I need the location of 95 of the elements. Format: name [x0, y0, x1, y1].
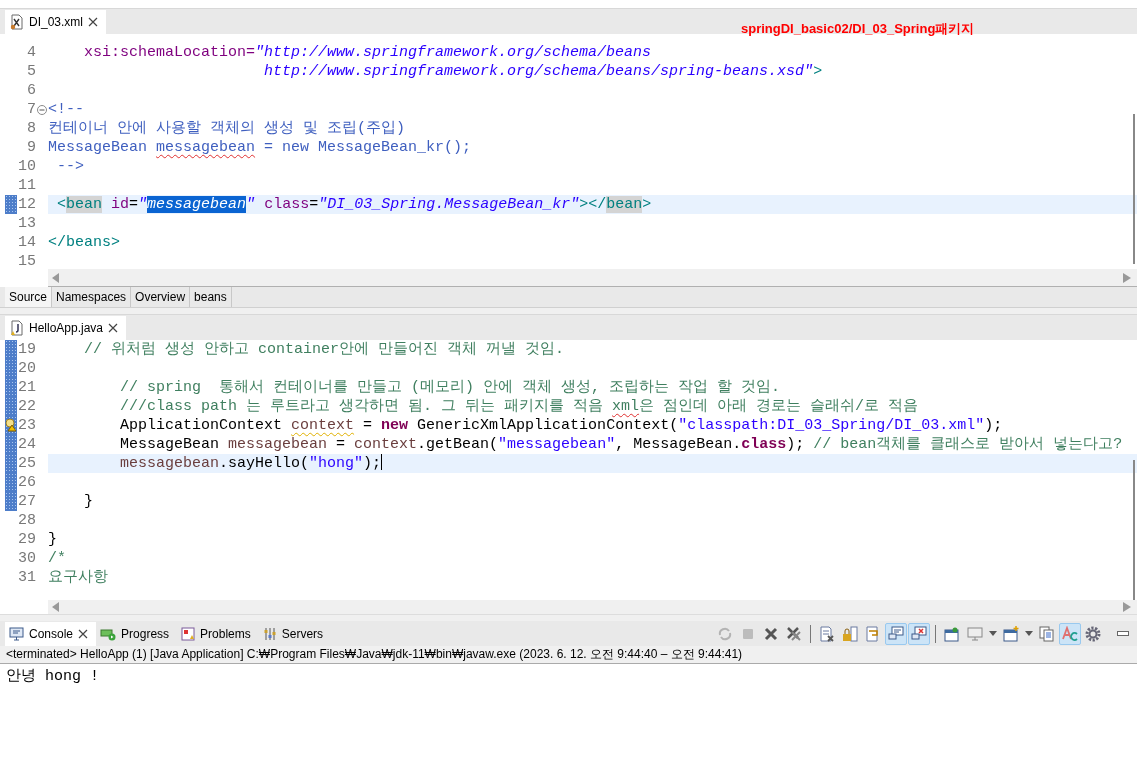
color-text-icon [1062, 625, 1078, 642]
lock-icon [842, 625, 858, 642]
line-number: 6 [26, 81, 36, 100]
scrollbar[interactable] [1133, 460, 1135, 600]
tab-title: DI_03.xml [29, 15, 84, 29]
line-number: 14 [17, 233, 36, 252]
close-icon[interactable] [78, 629, 89, 639]
problems-icon [181, 627, 196, 641]
line-number: 23 [17, 416, 36, 435]
line-number: 12 [17, 195, 36, 214]
view-tab[interactable]: Problems [177, 622, 259, 646]
editor-tab[interactable]: HelloApp.java [5, 316, 127, 340]
code-line: // 위처럼 생성 안하고 container안에 만들어진 객체 꺼낼 것임. [83, 340, 566, 359]
view-tab[interactable]: Servers [258, 622, 332, 646]
view-tab[interactable]: Console [5, 622, 97, 646]
tab-label: Problems [200, 627, 251, 641]
line-number: 22 [17, 397, 36, 416]
java-file-icon [10, 320, 24, 336]
close-icon[interactable] [108, 323, 119, 333]
code-line: <!-- [48, 100, 85, 119]
scrollbar[interactable] [1133, 114, 1135, 264]
line-number: 25 [17, 454, 36, 473]
line-number: 11 [17, 176, 36, 195]
copy-icon [1039, 625, 1055, 642]
editor-tab[interactable]: DI_03.xml [5, 10, 107, 34]
refresh-icon [717, 625, 733, 642]
code-line: } [83, 492, 94, 511]
line-number: 27 [17, 492, 36, 511]
toolbar-button[interactable] [908, 622, 930, 645]
settings-icon [1085, 625, 1101, 642]
annotation-text: springDI_basic02/DI_03_Spring패키지 [741, 20, 975, 38]
scroll-left-icon[interactable] [52, 272, 60, 283]
wrap-icon [865, 625, 881, 642]
caret-icon [1025, 631, 1033, 636]
close-icon [763, 625, 779, 642]
line-number: 30 [17, 549, 36, 568]
code-line: 컨테이너 안에 사용할 객체의 생성 및 조립(주입) [48, 119, 406, 138]
line-number: 10 [17, 157, 36, 176]
line-number: 13 [17, 214, 36, 233]
horizontal-scrollbar[interactable] [48, 269, 1137, 287]
code-line: http://www.springframework.org/schema/beans/spring-beans.xsd"> [263, 62, 824, 81]
line-number: 9 [26, 138, 36, 157]
line-number: 8 [26, 119, 36, 138]
line-number: 31 [17, 568, 36, 587]
double-close-icon [786, 625, 802, 642]
tab-label: Console [29, 627, 74, 641]
scroll-right-icon[interactable] [1123, 272, 1131, 283]
line-number: 5 [26, 62, 36, 81]
clear-document-icon [819, 625, 835, 642]
console-status-text: <terminated> HelloApp (1) [Java Application] C:₩Program Files₩Java₩jdk-11₩bin₩javaw.exe (2023. 6. 12. 오전 9:44:40 – 오전 9:44:41) [0, 646, 1137, 664]
code-line: ApplicationContext context = new GenericXmlApplicationContext("classpath:DI_03_Spring/DI_03.xml"); [119, 416, 1004, 435]
close-icon[interactable] [88, 17, 99, 27]
view-tab[interactable]: Progress [96, 622, 178, 646]
code-line: --> [56, 157, 85, 176]
line-number: 21 [17, 378, 36, 397]
scroll-right-icon[interactable] [1123, 602, 1131, 612]
monitor-icon [967, 625, 983, 642]
code-line: xsi:schemaLocation="http://www.springframework.org/schema/beans [83, 43, 653, 62]
toolbar-button[interactable] [885, 622, 907, 645]
code-line: 요구사항 [48, 568, 109, 587]
line-number: 7 [26, 100, 36, 119]
scroll-left-icon[interactable] [52, 602, 60, 612]
monitor-icon [9, 627, 24, 641]
minimize-icon[interactable] [1117, 630, 1129, 637]
lightbulb-warning-icon[interactable] [5, 418, 17, 432]
tab-label: Servers [281, 627, 324, 641]
monitor-error-icon [911, 625, 927, 642]
code-line: ///class path 는 루트라고 생각하면 됨. 그 뒤는 패키지를 적음 xml은 점인데 아래 경로는 슬래쉬/로 적음 [119, 397, 920, 416]
caret-icon [989, 631, 997, 636]
line-number: 15 [17, 252, 36, 269]
console-output: 안녕 hong ! [6, 668, 99, 685]
code-line: MessageBean messagebean = context.getBean("messagebean", MessageBean.class); // bean객체를 클래스로 받아서 넣는다고? [119, 435, 1124, 454]
code-line: // spring 통해서 컨테이너를 만들고 (메모리) 안에 객체 생성, 조립하는 작업 할 것임. [119, 378, 782, 397]
line-number: 19 [17, 340, 36, 359]
code-line: </beans> [48, 233, 121, 252]
tab-label: Progress [121, 627, 170, 641]
pin-window-icon [944, 625, 960, 642]
line-number: 20 [17, 359, 36, 378]
new-window-icon [1003, 625, 1019, 642]
horizontal-scrollbar[interactable] [48, 600, 1137, 614]
code-line: } [48, 530, 58, 549]
line-number: 24 [17, 435, 36, 454]
line-number: 26 [17, 473, 36, 492]
servers-icon [262, 627, 277, 641]
xml-file-icon [10, 14, 24, 30]
line-number: 4 [26, 43, 36, 62]
progress-icon [100, 627, 117, 641]
monitor-icon [888, 625, 904, 642]
code-line: MessageBean messagebean = new MessageBean_kr(); [48, 138, 473, 157]
editor-page-tab[interactable]: Source [5, 287, 53, 307]
line-number: 28 [17, 511, 36, 530]
tab-title: HelloApp.java [29, 321, 104, 335]
collapse-icon[interactable] [37, 104, 47, 115]
code-line: /* [48, 549, 67, 568]
line-number: 29 [17, 530, 36, 549]
